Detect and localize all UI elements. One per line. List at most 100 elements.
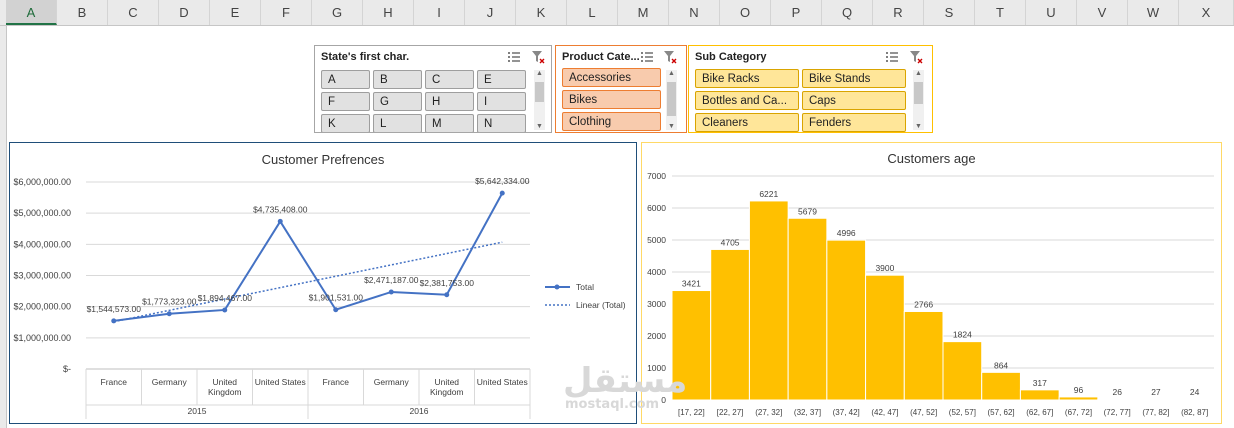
state-button-k[interactable]: K [321,114,370,132]
customers-age-chart[interactable]: Customers age 7000 6000 5000 4000 3000 2000 10… [641,142,1222,424]
x-tick-label: France [101,377,128,387]
subcategory-slicer-title: Sub Category [695,51,767,63]
y-tick-label: $1,000,000.00 [13,333,71,343]
histogram-bar[interactable] [1174,398,1215,401]
state-button-l[interactable]: L [373,114,422,132]
histogram-bar[interactable] [1058,396,1099,401]
subcategory-button-bike-racks[interactable]: Bike Racks [695,69,799,88]
y-tick-label: 7000 [647,171,666,181]
histogram-bar[interactable] [981,371,1021,401]
histogram-bar[interactable] [865,274,905,401]
column-header-r[interactable]: R [873,0,924,25]
column-header-g[interactable]: G [312,0,363,25]
data-point[interactable] [333,307,339,313]
subcategory-button-bike-stands[interactable]: Bike Stands [802,69,906,88]
x-tick-label: (37, 42] [833,408,860,417]
state-button-a[interactable]: A [321,70,370,89]
column-header-n[interactable]: N [669,0,720,25]
bar-value-label: 4996 [837,228,856,238]
category-button-accessories[interactable]: Accessories [562,68,661,87]
clear-filter-icon[interactable] [909,50,923,64]
histogram-bar[interactable] [710,248,750,401]
subcategory-button-caps[interactable]: Caps [802,91,906,110]
column-header-b[interactable]: B [57,0,108,25]
data-point[interactable] [166,311,172,317]
column-header-m[interactable]: M [618,0,669,25]
column-header-j[interactable]: J [465,0,516,25]
y-tick-label: $4,000,000.00 [13,239,71,249]
state-button-f[interactable]: F [321,92,370,111]
histogram-plot: 700060005000400030002000100003421[17, 22… [647,171,1215,417]
column-header-k[interactable]: K [516,0,567,25]
subcategory-slicer-scrollbar[interactable]: ▲ ▼ [913,70,924,130]
legend-label-total: Total [576,282,594,292]
bar-value-label: 26 [1112,387,1122,397]
data-point[interactable] [388,289,394,295]
column-header-t[interactable]: T [975,0,1026,25]
subcategory-button-cleaners[interactable]: Cleaners [695,113,799,132]
state-slicer-scrollbar[interactable]: ▲ ▼ [534,70,545,130]
column-header-h[interactable]: H [363,0,414,25]
data-point[interactable] [222,307,228,313]
column-header-a[interactable]: A [6,0,57,25]
x-tick-label: (72, 77] [1104,408,1131,417]
histogram-bar[interactable] [1019,389,1060,401]
state-button-i[interactable]: I [477,92,526,111]
histogram-bar[interactable] [787,217,828,401]
data-point[interactable] [444,292,450,298]
column-header-i[interactable]: I [414,0,465,25]
x-tick-label: (27, 32] [755,408,782,417]
category-button-bikes[interactable]: Bikes [562,90,661,109]
histogram-bar[interactable] [826,239,867,401]
clear-filter-icon[interactable] [531,50,545,64]
column-header-p[interactable]: P [771,0,822,25]
customer-preferences-chart[interactable]: Customer Prefrences $6,000,000.00 $5,000,… [9,142,637,424]
column-header-w[interactable]: W [1128,0,1179,25]
column-header-f[interactable]: F [261,0,312,25]
column-header-x[interactable]: X [1179,0,1234,25]
state-button-m[interactable]: M [425,114,474,132]
x-tick-label: (47, 52] [910,408,937,417]
column-header-v[interactable]: V [1077,0,1128,25]
column-header-d[interactable]: D [159,0,210,25]
x-tick-label: (62, 67] [1026,408,1053,417]
state-button-g[interactable]: G [373,92,422,111]
state-button-b[interactable]: B [373,70,422,89]
data-point[interactable] [499,190,505,196]
column-header-l[interactable]: L [567,0,618,25]
column-header-c[interactable]: C [108,0,159,25]
state-button-c[interactable]: C [425,70,474,89]
subcategory-button-fenders[interactable]: Fenders [802,113,906,132]
group-label: 2016 [410,406,429,416]
column-header-q[interactable]: Q [822,0,873,25]
multi-select-icon[interactable] [885,50,899,64]
histogram-bar[interactable] [903,310,944,401]
bar-value-label: 864 [994,360,1008,370]
multi-select-icon[interactable] [507,50,521,64]
state-button-e[interactable]: E [477,70,526,89]
histogram-bar[interactable] [748,200,789,401]
histogram-bar[interactable] [1097,398,1138,401]
bar-value-label: 96 [1074,385,1084,395]
x-tick-label: France [323,377,350,387]
data-point[interactable] [111,318,117,324]
histogram-bar[interactable] [1136,398,1176,401]
row-header-strip [0,26,7,428]
bar-value-label: 6221 [759,189,778,199]
column-header-s[interactable]: S [924,0,975,25]
histogram-bar[interactable] [942,341,983,401]
data-label: $5,642,334.00 [475,176,530,186]
category-slicer-scrollbar[interactable]: ▲ ▼ [666,70,677,130]
column-header-e[interactable]: E [210,0,261,25]
y-tick-label: $- [63,364,71,374]
state-button-n[interactable]: N [477,114,526,132]
multi-select-icon[interactable] [640,50,654,64]
state-button-h[interactable]: H [425,92,474,111]
category-button-clothing[interactable]: Clothing [562,112,661,131]
data-label: $1,901,531.00 [309,293,364,303]
data-point[interactable] [277,218,283,224]
subcategory-button-bottles-and-ca[interactable]: Bottles and Ca... [695,91,799,110]
column-header-u[interactable]: U [1026,0,1077,25]
column-header-o[interactable]: O [720,0,771,25]
clear-filter-icon[interactable] [663,50,677,64]
